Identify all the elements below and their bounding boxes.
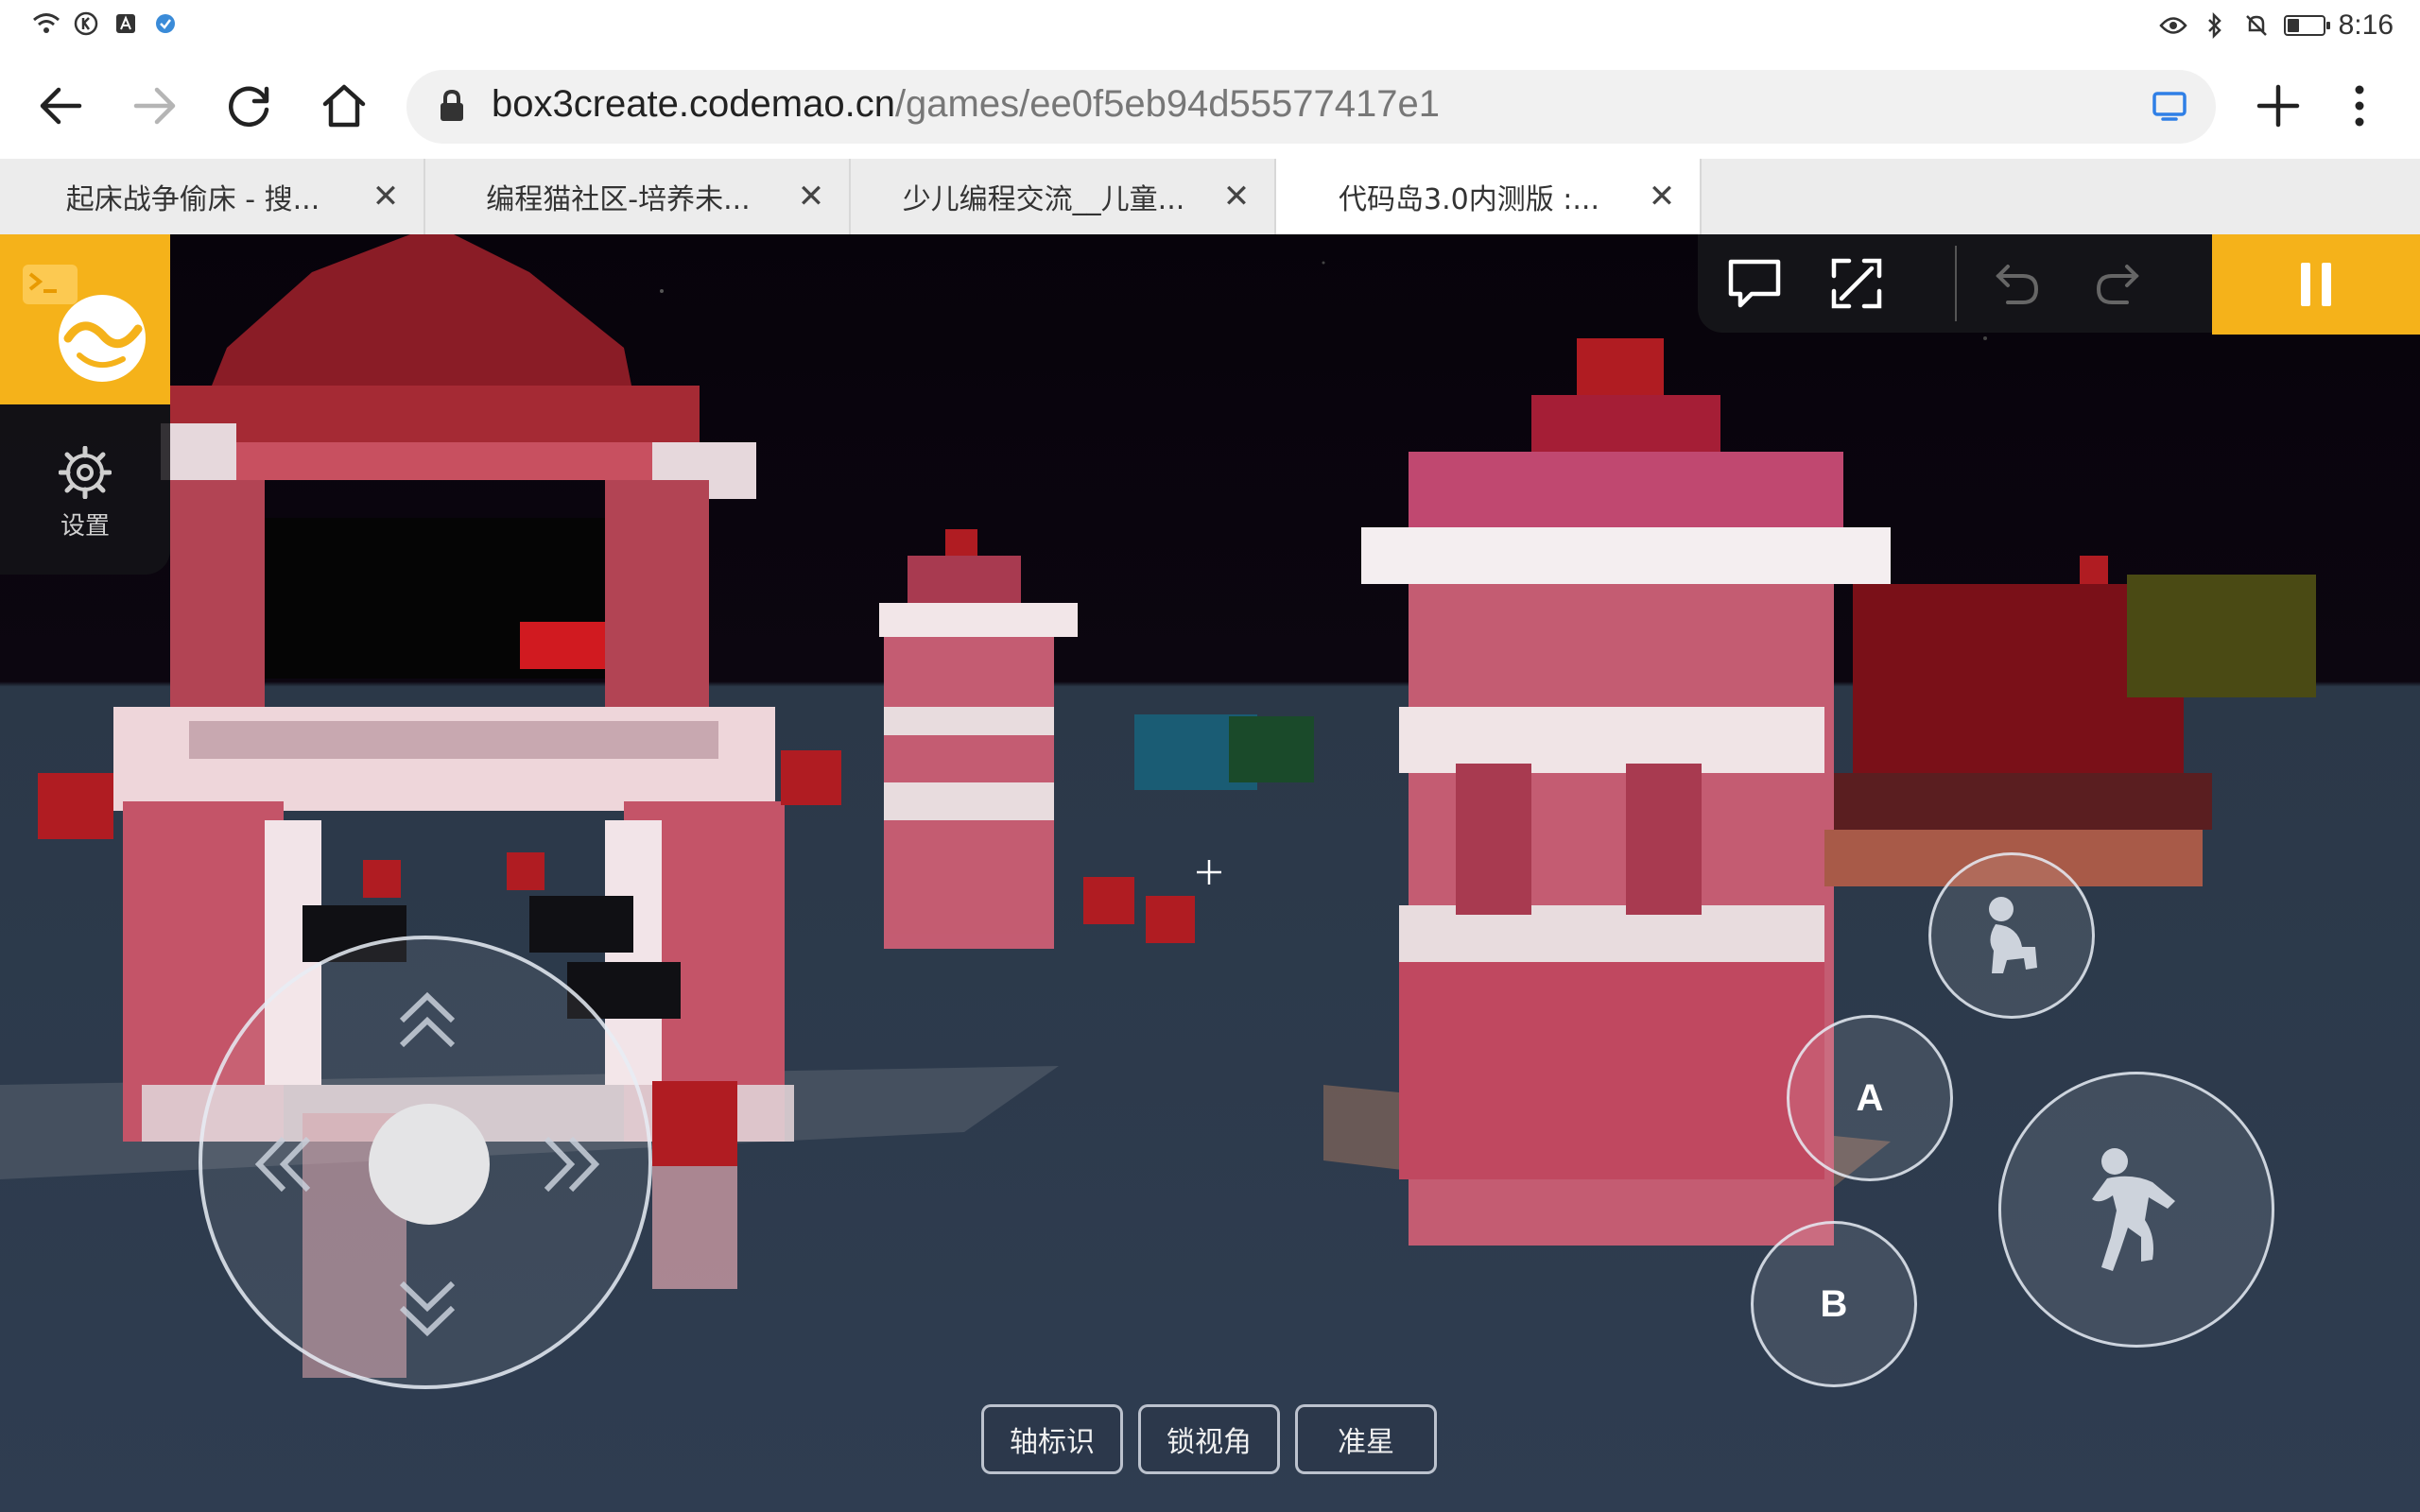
eye-icon [2158, 11, 2187, 40]
status-bar: 8:16 [0, 0, 2420, 53]
action-b-label: B [1820, 1282, 1848, 1325]
browser-toolbar: box3create.codemao.cn/games/ee0f5eb94d55… [0, 53, 2420, 159]
status-right-icons: 8:16 [2158, 9, 2394, 42]
app-logo-button[interactable] [0, 234, 170, 404]
arrow-left-icon [40, 87, 82, 125]
wifi-icon [32, 9, 60, 38]
tab-title: 代码岛3.0内测版 :... [1339, 183, 1599, 216]
settings-button[interactable]: 设置 [0, 404, 170, 575]
chat-bubble-icon [1728, 259, 1781, 308]
clock: 8:16 [2338, 9, 2394, 41]
game-toolbar [1698, 234, 2212, 333]
joystick-knob[interactable] [369, 1104, 490, 1225]
url-path: /games/ee0f5eb94d55577417e1 [894, 83, 1441, 125]
battery-level [2287, 19, 2300, 32]
arrow-right-icon [133, 87, 176, 125]
reload-icon [229, 86, 269, 128]
url-text[interactable]: box3create.codemao.cn/games/ee0f5eb94d55… [492, 83, 1440, 126]
tab-title: 起床战争偷床 - 搜... [65, 183, 320, 216]
more-menu-button[interactable] [2325, 72, 2394, 140]
tab-3-active[interactable]: 代码岛3.0内测版 :... ✕ [1276, 159, 1702, 234]
chevron-left-icon [254, 1136, 311, 1193]
forward-button[interactable] [121, 72, 189, 140]
crosshair-icon [1197, 860, 1221, 885]
more-vertical-icon [2355, 85, 2364, 127]
k-app-icon [72, 9, 100, 38]
jump-button[interactable] [1998, 1072, 2274, 1348]
a-app-icon [112, 9, 140, 38]
pause-icon [2301, 263, 2331, 306]
settings-label: 设置 [60, 512, 110, 541]
tab-1[interactable]: 编程猫社区-培养未... ✕ [425, 159, 851, 234]
home-icon [322, 84, 366, 128]
game-viewport[interactable]: 设置 A B 轴标识 锁视角 准星 [0, 234, 2420, 1512]
url-host: box3create.codemao.cn [492, 83, 895, 125]
chevron-up-icon [399, 991, 456, 1048]
axis-indicator-button[interactable]: 轴标识 [981, 1404, 1123, 1474]
middle-tower [879, 529, 1314, 949]
movement-joystick[interactable] [199, 936, 652, 1389]
redo-icon [2096, 265, 2139, 304]
toolbar-divider [1955, 246, 1957, 321]
crouch-button[interactable] [1928, 852, 2095, 1019]
tab-title: 编程猫社区-培养未... [486, 183, 751, 216]
status-left-icons [32, 9, 180, 38]
back-button[interactable] [26, 72, 95, 140]
action-b-button[interactable]: B [1751, 1221, 1917, 1387]
undo-button[interactable] [1983, 249, 2051, 318]
fullscreen-button[interactable] [1823, 249, 1891, 318]
mute-icon [2242, 11, 2271, 40]
battery-icon [2283, 15, 2330, 36]
chevron-right-icon [544, 1136, 600, 1193]
cast-screen-icon[interactable] [2152, 91, 2187, 123]
action-a-label: A [1856, 1076, 1884, 1119]
undo-icon [1996, 265, 2039, 304]
codemao-logo-icon [23, 265, 146, 382]
tab-2[interactable]: 少儿编程交流__儿童... ✕ [851, 159, 1276, 234]
gear-icon [59, 446, 112, 499]
address-bar[interactable]: box3create.codemao.cn/games/ee0f5eb94d55… [406, 70, 2216, 144]
home-button[interactable] [310, 72, 378, 140]
lock-view-button[interactable]: 锁视角 [1138, 1404, 1280, 1474]
far-right-building [1824, 556, 2316, 886]
shield-app-icon [151, 9, 180, 38]
reload-button[interactable] [216, 72, 284, 140]
plus-icon [2256, 84, 2300, 128]
crosshair-toggle-button[interactable]: 准星 [1295, 1404, 1437, 1474]
tab-close-button[interactable]: ✕ [773, 178, 849, 215]
pause-button[interactable] [2212, 234, 2420, 335]
redo-button[interactable] [2083, 249, 2152, 318]
chat-button[interactable] [1720, 249, 1789, 318]
tab-close-button[interactable]: ✕ [348, 178, 424, 215]
tab-close-button[interactable]: ✕ [1199, 178, 1274, 215]
action-a-button[interactable]: A [1787, 1015, 1953, 1181]
tab-close-button[interactable]: ✕ [1624, 178, 1700, 215]
tab-bar: 起床战争偷床 - 搜... ✕ 编程猫社区-培养未... ✕ 少儿编程交流__儿… [0, 159, 2420, 234]
bluetooth-icon [2201, 11, 2229, 40]
tab-0[interactable]: 起床战争偷床 - 搜... ✕ [0, 159, 425, 234]
lock-icon [441, 89, 463, 121]
expand-icon [1831, 258, 1882, 309]
tab-title: 少儿编程交流__儿童... [902, 183, 1185, 216]
jump-figure-icon [2092, 1148, 2175, 1271]
new-tab-button[interactable] [2244, 72, 2312, 140]
crouch-figure-icon [1989, 897, 2037, 973]
chevron-down-icon [399, 1280, 456, 1337]
